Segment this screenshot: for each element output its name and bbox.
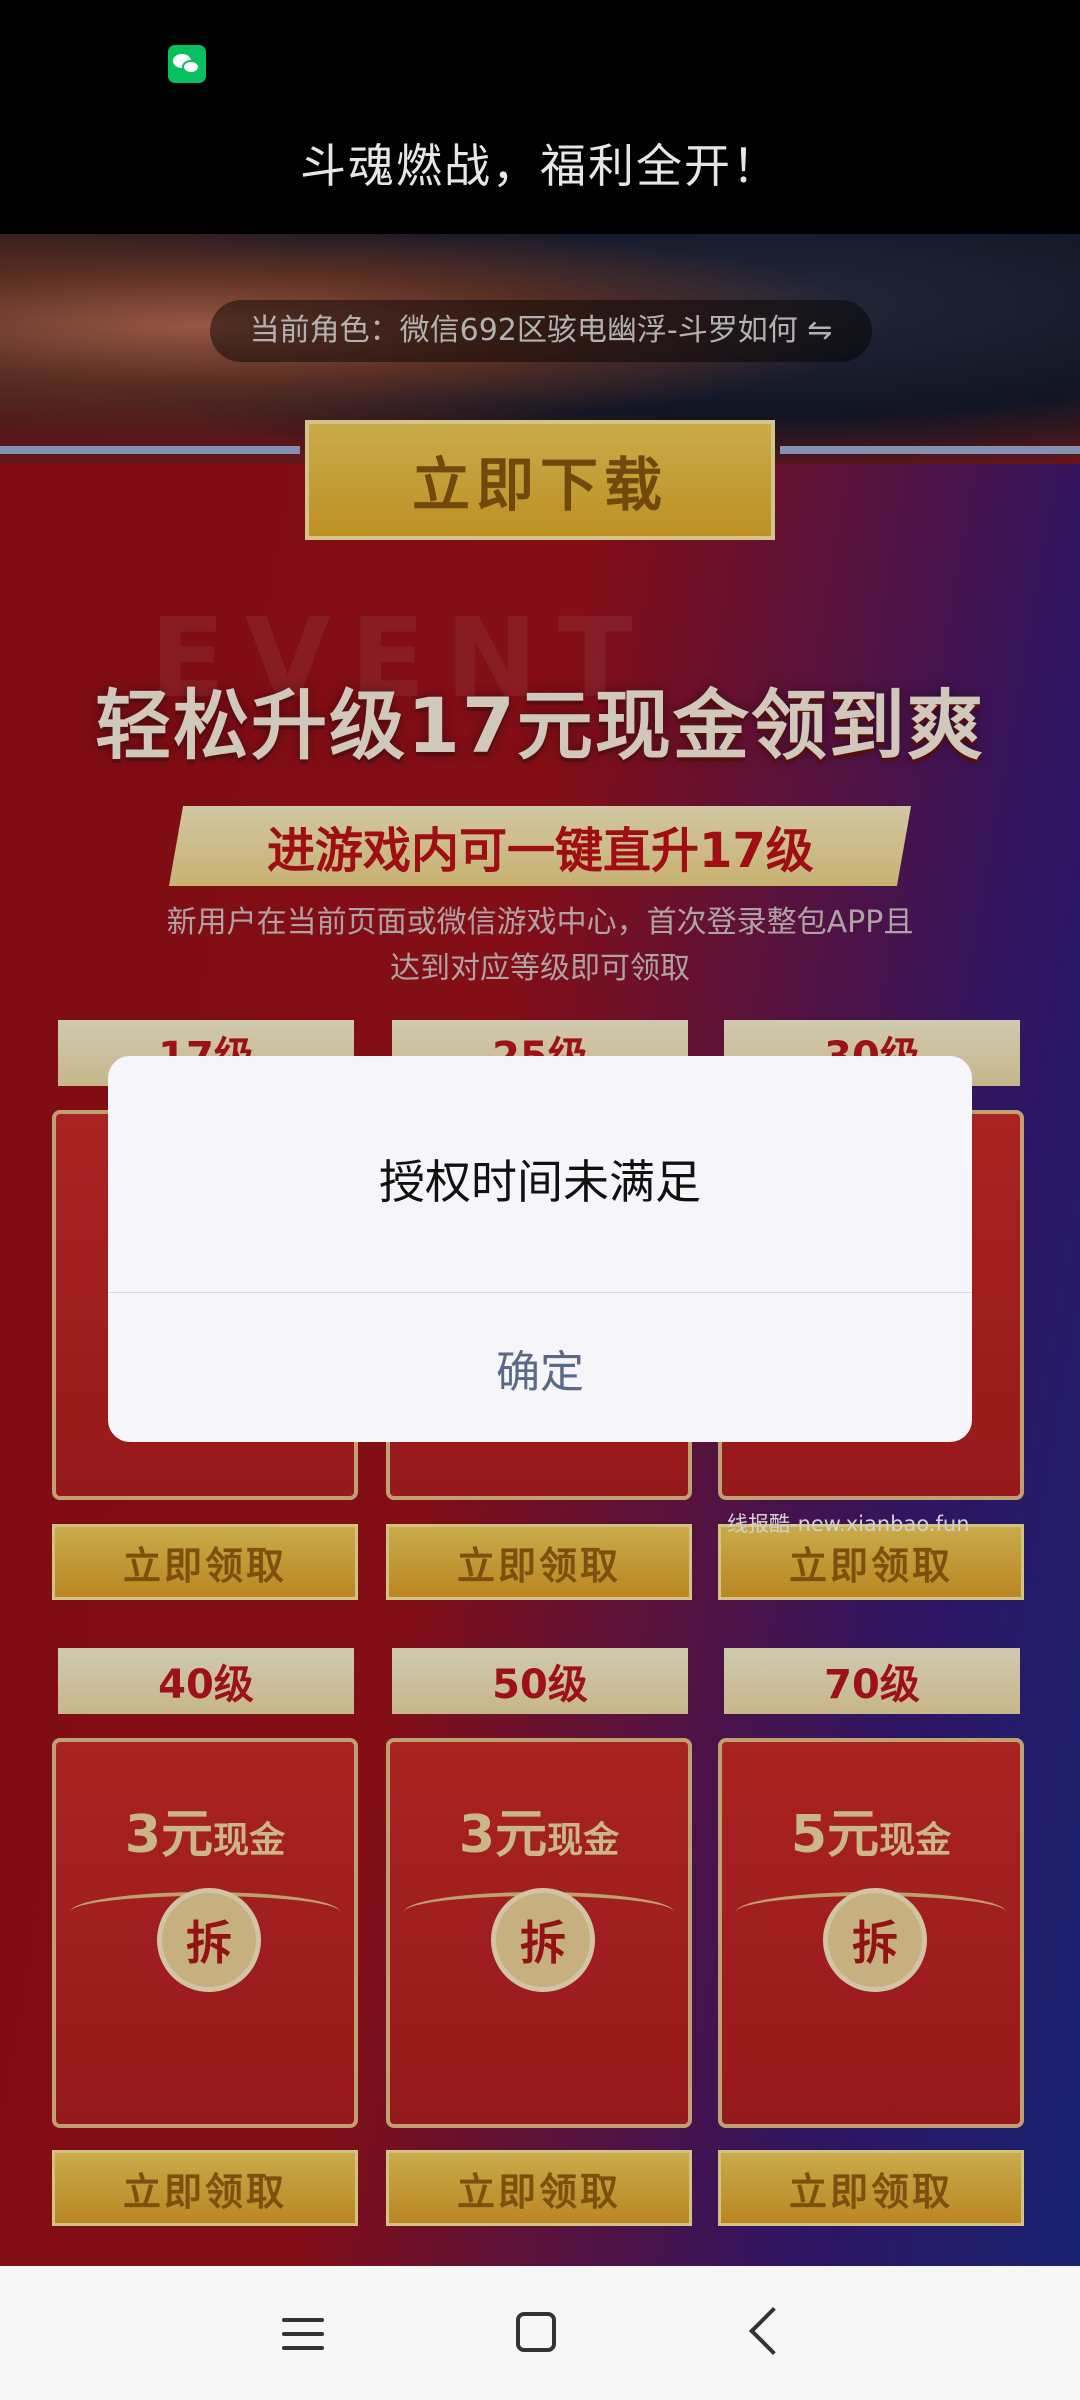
menu-icon[interactable] [282,2316,324,2352]
home-square-icon[interactable] [516,2312,556,2352]
alert-dialog: 授权时间未满足 确定 [108,1056,972,1442]
wechat-icon [168,45,206,83]
page-title: 斗魂燃战，福利全开！ [300,139,780,193]
confirm-button[interactable]: 确定 [108,1293,972,1442]
dialog-message: 授权时间未满足 [379,1155,701,1209]
system-nav-bar [0,2266,1080,2400]
back-chevron-icon[interactable] [748,2306,798,2356]
top-bar: 斗魂燃战，福利全开！ [0,0,1080,234]
